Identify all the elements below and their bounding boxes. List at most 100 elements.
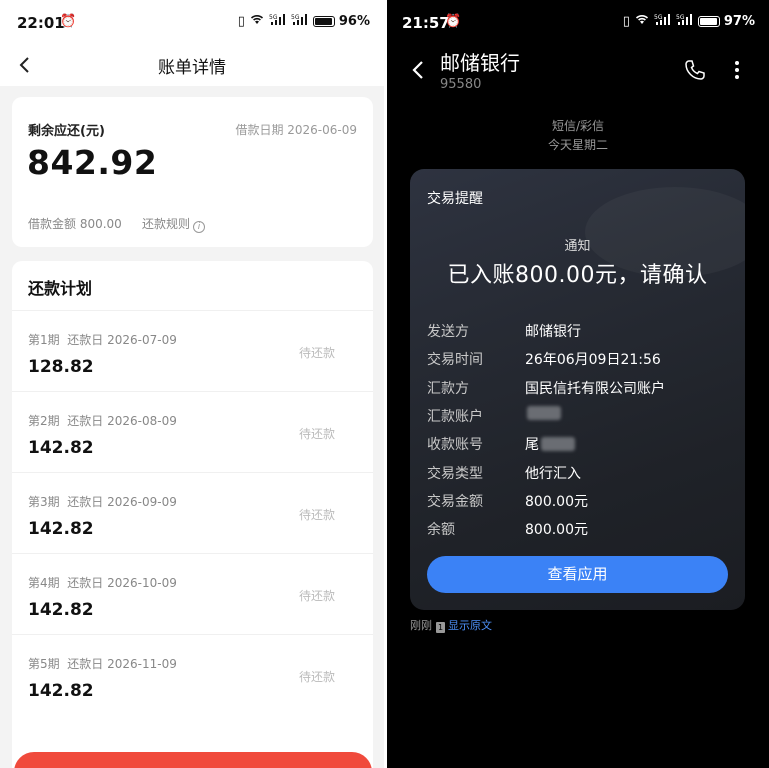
field-key: 汇款账户 bbox=[427, 408, 483, 425]
message-field-row: 汇款账户 bbox=[427, 405, 727, 426]
plan-row: 第5期 还款日 2026-11-09 142.82 待还款 bbox=[12, 634, 373, 715]
message-day: 今天星期二 bbox=[547, 138, 608, 152]
alarm-icon: ⏰ bbox=[445, 14, 462, 29]
alarm-icon: ⏰ bbox=[60, 14, 77, 29]
plan-period-date: 第2期 还款日 2026-08-09 bbox=[28, 412, 177, 429]
message-subtitle: 通知 bbox=[564, 239, 591, 254]
field-value-text: 他行汇入 bbox=[525, 465, 581, 482]
plan-row: 第1期 还款日 2026-07-09 128.82 待还款 bbox=[12, 310, 373, 391]
message-field-row: 汇款方 国民信托有限公司账户 bbox=[427, 378, 727, 398]
plan-row: 第4期 还款日 2026-10-09 142.82 待还款 bbox=[12, 553, 373, 634]
loan-amount: 借款金额 800.00 bbox=[28, 217, 122, 231]
sms-screen: 21:57 ⏰ ▯ 5G 5G 97% 邮储银行 95580 短信/彩信 今天星… bbox=[387, 0, 769, 768]
plan-due-date: 还款日 2026-09-09 bbox=[67, 495, 177, 509]
plan-period-date: 第4期 还款日 2026-10-09 bbox=[28, 574, 177, 591]
wifi-icon bbox=[634, 13, 650, 29]
battery-percent: 96% bbox=[338, 13, 370, 29]
back-arrow-icon[interactable] bbox=[407, 56, 431, 84]
sender-name: 邮储银行 bbox=[440, 51, 520, 75]
plan-status: 待还款 bbox=[298, 427, 335, 441]
loan-bill-screen: 22:01 ⏰ ▯ 5G 5G 96% 账单详情 剩余应还(元) 借款日期 20… bbox=[0, 0, 384, 768]
field-value-text: 800.00元 bbox=[525, 522, 588, 539]
svg-text:5G: 5G bbox=[291, 14, 300, 21]
battery-icon bbox=[312, 15, 335, 27]
system-icons: ▯ 5G 5G 97% bbox=[623, 13, 755, 29]
field-key: 余额 bbox=[427, 522, 455, 539]
message-field-row: 余额 800.00元 bbox=[427, 519, 727, 539]
repayment-rules-label: 还款规则 bbox=[142, 217, 191, 231]
signal-5g-icon: 5G bbox=[269, 13, 287, 29]
plan-status: 待还款 bbox=[298, 670, 335, 684]
plan-period-date: 第5期 还款日 2026-11-09 bbox=[28, 655, 177, 672]
plan-period: 第5期 bbox=[28, 657, 60, 671]
vibrate-icon: ▯ bbox=[622, 13, 630, 29]
plan-amount: 142.82 bbox=[28, 681, 94, 701]
plan-period-date: 第3期 还款日 2026-09-09 bbox=[28, 493, 177, 510]
field-value: 800.00元 bbox=[525, 519, 588, 539]
status-time: 22:01 bbox=[17, 14, 65, 32]
redacted-mask bbox=[527, 405, 561, 420]
more-options-icon[interactable] bbox=[732, 58, 742, 82]
field-value-text: 800.00元 bbox=[525, 493, 588, 510]
transaction-message-card[interactable]: 交易提醒 通知 已入账800.00元，请确认 发送方 邮储银行交易时间 26年06月… bbox=[410, 169, 745, 610]
message-field-row: 交易类型 他行汇入 bbox=[427, 463, 727, 483]
sim-card-icon: 1 bbox=[436, 622, 445, 633]
field-value: 国民信托有限公司账户 bbox=[525, 378, 665, 398]
field-value-text: 国民信托有限公司账户 bbox=[525, 380, 665, 397]
plan-period: 第3期 bbox=[28, 495, 60, 509]
repayment-plan-card: 还款计划 第1期 还款日 2026-07-09 128.82 待还款第2期 还款日 … bbox=[12, 261, 373, 768]
field-value-text: 26年06月09日21:56 bbox=[525, 352, 661, 369]
view-app-button[interactable]: 查看应用 bbox=[427, 556, 728, 593]
show-original-link[interactable]: 显示原文 bbox=[448, 619, 492, 632]
system-icons: ▯ 5G 5G 96% bbox=[238, 13, 370, 29]
message-type: 交易提醒 bbox=[427, 191, 483, 207]
svg-text:5G: 5G bbox=[269, 14, 278, 21]
plan-period-date: 第1期 还款日 2026-07-09 bbox=[28, 331, 177, 348]
vibrate-icon: ▯ bbox=[237, 13, 245, 29]
message-footer: 刚刚 1 显示原文 bbox=[410, 617, 492, 633]
plan-due-date: 还款日 2026-10-09 bbox=[67, 576, 177, 590]
remaining-label: 剩余应还(元) bbox=[28, 124, 105, 139]
plan-status: 待还款 bbox=[298, 589, 335, 603]
field-value: 26年06月09日21:56 bbox=[525, 349, 661, 369]
plan-due-date: 还款日 2026-11-09 bbox=[67, 657, 177, 671]
repayment-plan-title: 还款计划 bbox=[28, 279, 93, 298]
plan-amount: 142.82 bbox=[28, 600, 94, 620]
field-key: 交易时间 bbox=[427, 352, 483, 369]
sender-number: 95580 bbox=[440, 77, 482, 92]
phone-call-icon[interactable] bbox=[683, 58, 707, 82]
plan-status: 待还款 bbox=[298, 508, 335, 522]
field-value-text: 尾 bbox=[525, 437, 539, 454]
status-time: 21:57 bbox=[402, 14, 450, 32]
repayment-rules-link[interactable]: 还款规则 i bbox=[142, 215, 206, 233]
status-bar: 22:01 ⏰ ▯ 5G 5G 96% bbox=[0, 0, 384, 44]
message-field-row: 收款账号 尾 bbox=[427, 434, 727, 454]
message-field-row: 交易时间 26年06月09日21:56 bbox=[427, 349, 727, 369]
signal-5g-icon: 5G bbox=[654, 13, 672, 29]
message-field-row: 发送方 邮储银行 bbox=[427, 321, 727, 341]
field-key: 发送方 bbox=[427, 324, 469, 340]
message-channel: 短信/彩信 bbox=[551, 119, 605, 133]
message-field-row: 交易金额 800.00元 bbox=[427, 491, 727, 511]
page-title: 账单详情 bbox=[158, 58, 226, 78]
svg-text:5G: 5G bbox=[676, 14, 685, 21]
field-key: 交易类型 bbox=[427, 465, 483, 482]
plan-period: 第1期 bbox=[28, 333, 60, 347]
signal-5g-icon: 5G bbox=[676, 13, 694, 29]
message-time: 刚刚 bbox=[410, 619, 432, 632]
plan-status: 待还款 bbox=[298, 346, 335, 360]
info-icon[interactable]: i bbox=[193, 221, 206, 233]
field-key: 交易金额 bbox=[427, 493, 483, 510]
field-value-text: 邮储银行 bbox=[525, 324, 581, 340]
wifi-icon bbox=[249, 13, 265, 29]
field-value: 他行汇入 bbox=[525, 463, 581, 483]
repay-button[interactable] bbox=[14, 752, 372, 768]
field-value: 尾 bbox=[525, 434, 575, 454]
nav-bar: 账单详情 bbox=[0, 44, 384, 86]
plan-row: 第3期 还款日 2026-09-09 142.82 待还款 bbox=[12, 472, 373, 553]
field-value: 邮储银行 bbox=[525, 321, 581, 341]
message-headline: 已入账800.00元，请确认 bbox=[447, 263, 708, 288]
battery-percent: 97% bbox=[723, 13, 755, 29]
plan-period: 第4期 bbox=[28, 576, 60, 590]
field-key: 汇款方 bbox=[427, 380, 469, 397]
